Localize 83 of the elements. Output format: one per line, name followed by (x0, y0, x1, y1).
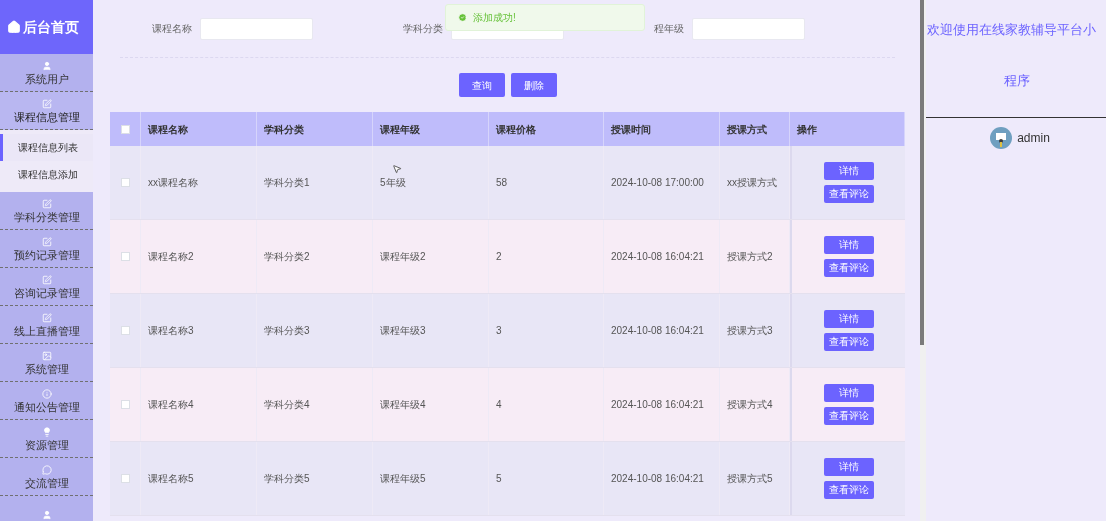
table-cell-text: 2024-10-08 16:04:21 (611, 398, 704, 412)
column-header: 课程名称 (148, 122, 188, 137)
column-header: 操作 (797, 122, 817, 137)
column-header: 课程价格 (496, 122, 536, 137)
column-header: 学科分类 (264, 122, 304, 137)
view-comments-button[interactable]: 查看评论 (823, 333, 874, 351)
column-header: 课程年级 (380, 122, 420, 137)
details-button[interactable]: 详情 (823, 236, 874, 254)
table-cell-text: 课程名称5 (148, 472, 194, 486)
table-cell-text: 3 (496, 324, 502, 338)
username[interactable]: admin (1017, 129, 1050, 147)
column-header: 授课方式 (727, 122, 767, 137)
table-cell-text: 授课方式4 (727, 398, 773, 412)
view-comments-button[interactable]: 查看评论 (823, 481, 874, 499)
edit-icon (41, 98, 52, 109)
checkbox[interactable] (120, 326, 130, 335)
details-button[interactable]: 详情 (823, 162, 874, 180)
field-label: 程年级 (654, 22, 684, 36)
table-cell-text: 2 (496, 250, 502, 264)
view-comments-button[interactable]: 查看评论 (823, 185, 874, 203)
view-comments-button[interactable]: 查看评论 (823, 407, 874, 425)
table-cell-text: 课程年级4 (380, 398, 426, 412)
table-cell-text: 5年级 (380, 176, 406, 190)
table-cell-text: 学科分类4 (264, 398, 310, 412)
avatar-icon (990, 127, 1013, 149)
table-cell-text: 课程名称4 (148, 398, 194, 412)
table-cell-text: 授课方式5 (727, 472, 773, 486)
table-cell-text: 课程名称3 (148, 324, 194, 338)
table-cell-text: 授课方式2 (727, 250, 773, 264)
table-cell-text: 授课方式3 (727, 324, 773, 338)
table-cell-text: 58 (496, 176, 508, 190)
table-cell-text: 2024-10-08 16:04:21 (611, 472, 704, 486)
field-label: 学科分类 (403, 22, 443, 36)
details-button[interactable]: 详情 (823, 458, 874, 476)
welcome-title: 程序 (1002, 71, 1030, 90)
edit-icon (41, 198, 52, 209)
edit-icon (41, 274, 52, 285)
sidebar-title: 后台首页 (22, 17, 79, 37)
table-cell-text: 学科分类3 (264, 324, 310, 338)
field-label: 课程名称 (152, 22, 192, 36)
table-cell-text: xx课程名称 (148, 176, 198, 190)
table-cell-text: 课程年级5 (380, 472, 426, 486)
query-button[interactable]: 查询 (458, 73, 505, 97)
submenu-item[interactable]: 课程信息添加 (0, 161, 93, 188)
mouse-cursor-icon (392, 164, 402, 174)
table-cell-text: 学科分类5 (264, 472, 310, 486)
view-comments-button[interactable]: 查看评论 (823, 259, 874, 277)
scrollbar-thumb[interactable] (920, 0, 924, 345)
home-icon (6, 20, 21, 34)
scrollbar[interactable] (920, 0, 926, 521)
edit-icon (41, 312, 52, 323)
checkbox[interactable] (120, 252, 130, 261)
checkbox[interactable] (120, 474, 130, 483)
checkbox[interactable] (120, 124, 130, 134)
table-cell-text: 课程年级3 (380, 324, 426, 338)
table-cell-text: 2024-10-08 17:00:00 (611, 176, 704, 190)
details-button[interactable]: 详情 (823, 384, 874, 402)
table-cell-text: 5 (496, 472, 502, 486)
table-cell-text: 4 (496, 398, 502, 412)
table-cell-text: xx授课方式 (727, 176, 777, 190)
sidebar-item[interactable]: 课程信息管理 (0, 92, 93, 130)
chat-icon (41, 464, 52, 475)
delete-button[interactable]: 删除 (510, 73, 557, 97)
edit-icon (41, 236, 52, 247)
lightbulb-icon (41, 426, 52, 437)
table-cell-text: 课程名称2 (148, 250, 194, 264)
column-header: 授课时间 (611, 122, 651, 137)
info-icon (41, 388, 52, 399)
table-cell-text: 学科分类2 (264, 250, 310, 264)
checkbox[interactable] (120, 178, 130, 187)
user-icon (41, 509, 52, 520)
toast-message: 添加成功! (473, 11, 516, 25)
table-cell-text: 学科分类1 (264, 176, 310, 190)
sidebar-header[interactable]: 后台首页 (0, 0, 93, 54)
success-icon (458, 13, 467, 22)
user-icon (41, 60, 52, 71)
table-cell-text: 2024-10-08 16:04:21 (611, 324, 704, 338)
welcome-title: 欢迎使用在线家教辅导平台小 (926, 21, 1096, 39)
checkbox[interactable] (120, 400, 130, 409)
table-cell-text: 2024-10-08 16:04:21 (611, 250, 704, 264)
image-icon (41, 350, 52, 361)
table-cell-text: 课程年级2 (380, 250, 426, 264)
details-button[interactable]: 详情 (823, 310, 874, 328)
